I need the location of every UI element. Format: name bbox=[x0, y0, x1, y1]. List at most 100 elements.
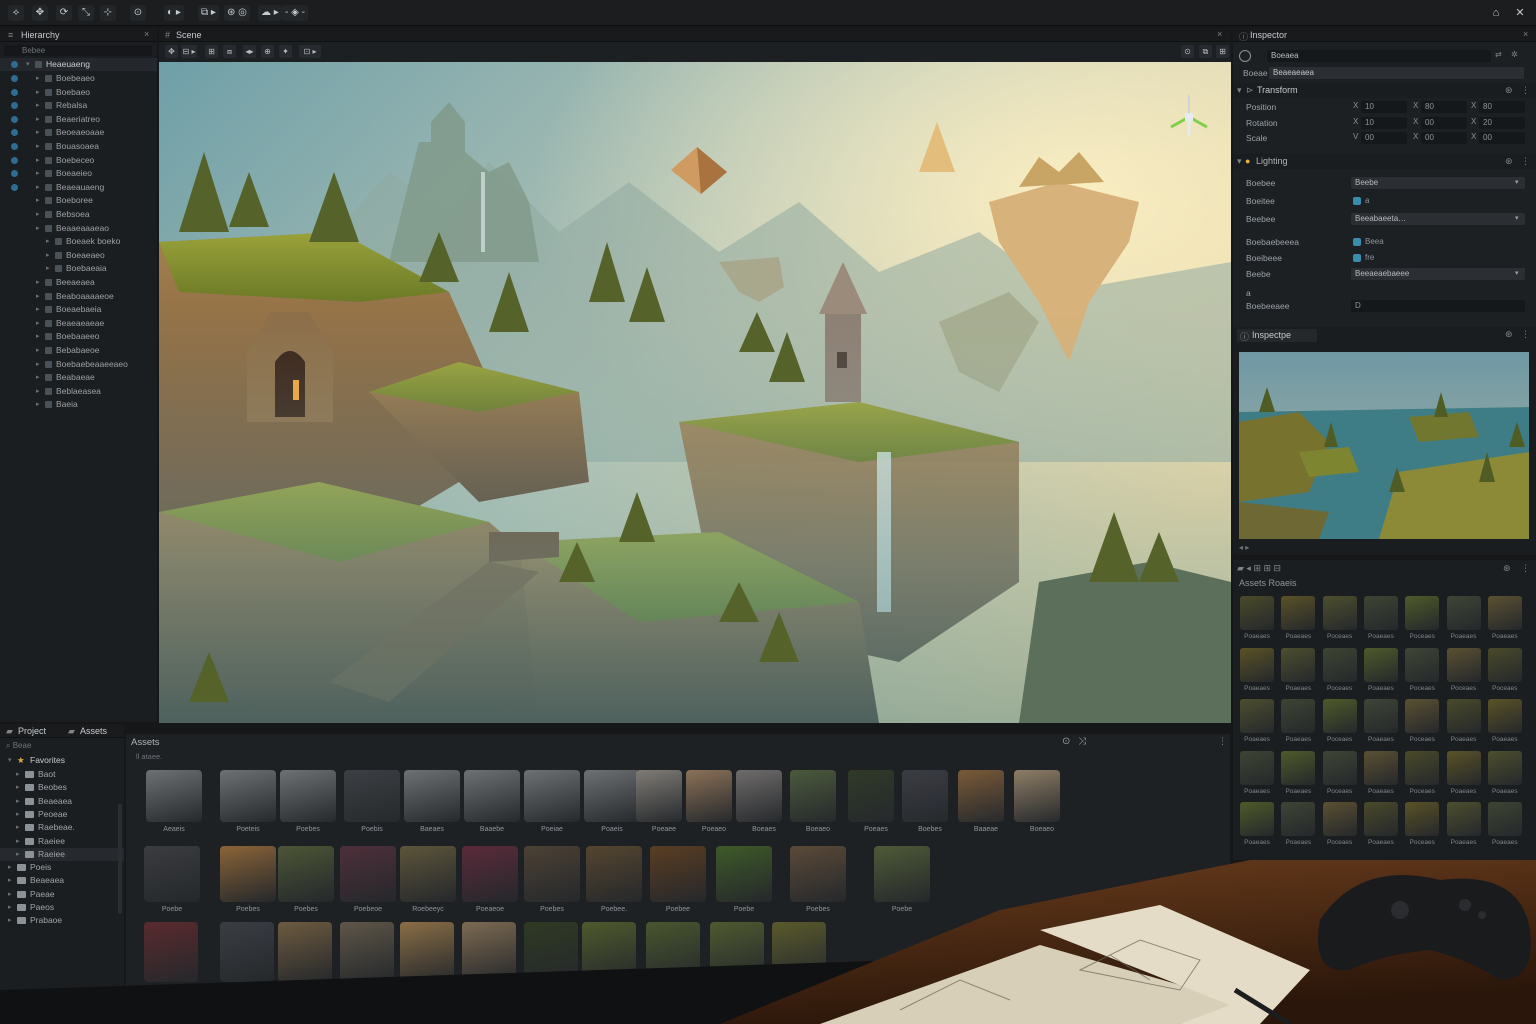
asset-thumbnail[interactable] bbox=[1363, 750, 1398, 785]
scene-viewport[interactable] bbox=[159, 62, 1231, 723]
expand-arrow-icon[interactable]: ▸ bbox=[36, 385, 40, 398]
rotate-tool-button[interactable]: ⟳ bbox=[56, 5, 72, 21]
expand-arrow-icon[interactable]: ▸ bbox=[16, 795, 20, 808]
lighting-dropdown[interactable]: Beeaeaebaeee bbox=[1351, 268, 1525, 280]
checkbox[interactable] bbox=[1353, 197, 1361, 205]
settings-icon[interactable]: ✲ bbox=[1511, 50, 1518, 59]
scale-x-input[interactable]: 00 bbox=[1361, 132, 1407, 144]
expand-arrow-icon[interactable]: ▸ bbox=[36, 126, 40, 139]
asset-thumbnail[interactable] bbox=[650, 846, 706, 902]
asset-thumbnail[interactable] bbox=[1281, 596, 1316, 630]
lighting-toggle-button[interactable]: ✦ bbox=[279, 45, 292, 58]
visibility-icon[interactable] bbox=[11, 88, 18, 96]
asset-thumbnail[interactable] bbox=[902, 770, 948, 822]
cloud-button[interactable]: ☁ ▸ bbox=[258, 5, 282, 21]
help-icon[interactable]: ⊛ bbox=[1505, 329, 1513, 340]
tab-close-icon[interactable]: × bbox=[1217, 29, 1222, 39]
asset-thumbnail[interactable] bbox=[1405, 647, 1440, 682]
position-z-input[interactable]: 80 bbox=[1479, 101, 1525, 113]
folder-thumbnail[interactable] bbox=[464, 770, 520, 822]
lock-icon[interactable]: ⇄ bbox=[1495, 50, 1502, 59]
asset-thumbnail[interactable] bbox=[1322, 596, 1357, 630]
expand-arrow-icon[interactable]: ▸ bbox=[36, 398, 40, 411]
asset-thumbnail[interactable] bbox=[874, 846, 930, 902]
project-folder-item[interactable]: ▸ Paeos bbox=[0, 901, 124, 914]
project-folder-item[interactable]: ▸ Raebeae. bbox=[0, 821, 124, 834]
expand-arrow-icon[interactable]: ▸ bbox=[8, 888, 12, 901]
asset-thumbnail[interactable] bbox=[1322, 802, 1357, 836]
scale-y-input[interactable]: 00 bbox=[1421, 132, 1467, 144]
tab-project[interactable]: Project bbox=[18, 726, 46, 736]
rotation-y-input[interactable]: 00 bbox=[1421, 116, 1467, 129]
expand-arrow-icon[interactable]: ▸ bbox=[46, 235, 50, 248]
asset-thumbnail[interactable] bbox=[1446, 802, 1481, 836]
expand-arrow-icon[interactable]: ▸ bbox=[36, 371, 40, 384]
asset-thumbnail[interactable] bbox=[686, 770, 732, 822]
asset-thumbnail[interactable] bbox=[1446, 750, 1481, 785]
hierarchy-item[interactable]: ▸ Boebaeaia bbox=[0, 262, 157, 275]
expand-arrow-icon[interactable]: ▸ bbox=[36, 194, 40, 207]
asset-thumbnail[interactable] bbox=[1322, 750, 1357, 785]
expand-arrow-icon[interactable]: ▸ bbox=[46, 262, 50, 275]
expand-arrow-icon[interactable]: ▸ bbox=[8, 861, 12, 874]
layout-button[interactable]: ⧉ bbox=[1199, 45, 1212, 58]
expand-arrow-icon[interactable]: ▸ bbox=[16, 808, 20, 821]
asset-thumbnail[interactable] bbox=[1240, 699, 1274, 733]
expand-arrow-icon[interactable]: ▸ bbox=[36, 276, 40, 289]
hierarchy-item[interactable]: ▸ Boebaebeaaeeaeo bbox=[0, 358, 157, 371]
menu-icon[interactable]: ⋮ bbox=[1521, 563, 1530, 574]
expand-arrow-icon[interactable]: ▸ bbox=[8, 914, 12, 927]
camera-settings-button[interactable]: ⊙ bbox=[1181, 45, 1194, 58]
hierarchy-item[interactable]: ▸ Boeaebaeia bbox=[0, 303, 157, 316]
asset-thumbnail[interactable] bbox=[278, 922, 332, 982]
position-x-input[interactable]: 10 bbox=[1361, 101, 1407, 113]
x-axis-label[interactable]: X bbox=[1353, 117, 1358, 126]
y-axis-label[interactable]: X bbox=[1413, 117, 1418, 126]
close-icon[interactable]: ✕ bbox=[1511, 5, 1529, 21]
asset-thumbnail[interactable] bbox=[462, 846, 518, 902]
visibility-icon[interactable] bbox=[11, 143, 18, 150]
project-folder-item[interactable]: ▸ Beaeaea bbox=[0, 874, 124, 887]
layers-button[interactable]: - ◈ - bbox=[282, 5, 308, 21]
hierarchy-item[interactable]: ▸ Boebeceo bbox=[0, 154, 157, 167]
hierarchy-item[interactable]: ▸ Beoeaeoaae bbox=[0, 126, 157, 139]
tab-close-icon[interactable]: × bbox=[144, 29, 149, 39]
hierarchy-item[interactable]: ▸ Beabaeae bbox=[0, 371, 157, 384]
visibility-icon[interactable] bbox=[11, 102, 18, 110]
tab-assets[interactable]: Assets bbox=[80, 726, 107, 736]
asset-thumbnail[interactable] bbox=[220, 922, 274, 982]
checkbox[interactable] bbox=[1353, 238, 1361, 246]
expand-arrow-icon[interactable]: ▸ bbox=[36, 290, 40, 303]
asset-thumbnail[interactable] bbox=[400, 922, 454, 982]
hierarchy-item[interactable]: ▸ Boeaek boeko bbox=[0, 235, 157, 248]
asset-thumbnail[interactable] bbox=[1281, 647, 1316, 682]
asset-thumbnail[interactable] bbox=[278, 846, 334, 902]
lighting-input[interactable]: D bbox=[1351, 300, 1525, 312]
transform-section-header[interactable]: ▾ ⊳ Transform ⊛ ⋮ bbox=[1233, 83, 1536, 98]
expand-arrow-icon[interactable]: ▸ bbox=[8, 874, 12, 887]
expand-arrow-icon[interactable]: ▸ bbox=[36, 344, 40, 357]
asset-thumbnail[interactable] bbox=[646, 922, 700, 982]
grid-toggle-button[interactable]: ⊞ bbox=[205, 45, 218, 58]
project-folder-item[interactable]: ▸ Paeae bbox=[0, 888, 124, 901]
scale-tool-button[interactable]: ⤡ bbox=[78, 5, 94, 21]
tab-inspector[interactable]: Inspector bbox=[1250, 30, 1287, 40]
expand-arrow-icon[interactable]: ▸ bbox=[36, 154, 40, 167]
pivot-toggle-button[interactable]: ◐ ▸ bbox=[164, 5, 184, 21]
asset-thumbnail[interactable] bbox=[400, 846, 456, 902]
project-folder-item[interactable]: ▸ Baot bbox=[0, 768, 124, 781]
hierarchy-item[interactable]: ▸ Boeboree bbox=[0, 194, 157, 207]
hierarchy-item[interactable]: ▸ Beeaeaea bbox=[0, 276, 157, 289]
asset-thumbnail[interactable] bbox=[736, 770, 782, 822]
transform-tool-button[interactable]: ⊙ bbox=[130, 5, 146, 21]
menu-icon[interactable]: ⋮ bbox=[1521, 156, 1530, 167]
hierarchy-item[interactable]: ▸ Beaeaeaeae bbox=[0, 317, 157, 330]
asset-thumbnail[interactable] bbox=[1446, 647, 1481, 682]
asset-thumbnail[interactable] bbox=[1405, 596, 1440, 630]
lighting-section-header[interactable]: ▾ ● Lighting ⊛ ⋮ bbox=[1233, 154, 1536, 169]
shuffle-icon[interactable]: ⤨ bbox=[1078, 736, 1086, 747]
visibility-icon[interactable] bbox=[11, 75, 18, 82]
favorites-row[interactable]: ▾ ★ Favorites bbox=[0, 754, 124, 767]
settings-icon[interactable]: ⊙ bbox=[1062, 736, 1070, 747]
draw-mode-button[interactable]: ⧈ bbox=[223, 45, 236, 58]
